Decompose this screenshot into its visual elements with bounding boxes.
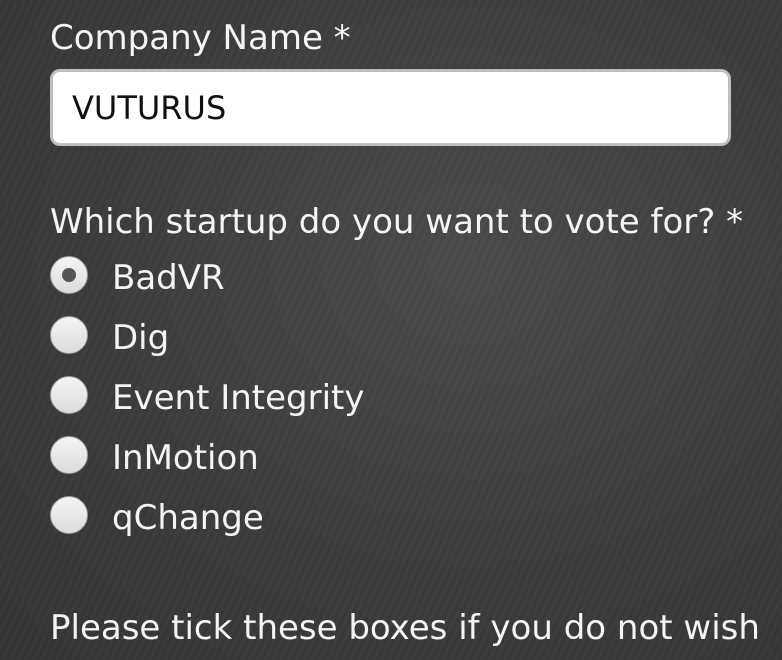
radio-button[interactable] [50, 496, 88, 534]
marketing-consent-label: Please tick these boxes if you do not wi… [50, 608, 760, 648]
radio-label: BadVR [112, 258, 225, 298]
radio-label: qChange [112, 498, 264, 538]
radio-button[interactable] [50, 376, 88, 414]
radio-label: Dig [112, 318, 170, 358]
vote-question-label: Which startup do you want to vote for? * [50, 202, 744, 242]
company-name-input[interactable] [50, 69, 731, 146]
radio-option-dig[interactable]: Dig [50, 316, 650, 360]
radio-option-badvr[interactable]: BadVR [50, 256, 650, 300]
radio-button[interactable] [50, 316, 88, 354]
radio-option-inmotion[interactable]: InMotion [50, 436, 650, 480]
radio-button[interactable] [50, 436, 88, 474]
radio-option-qchange[interactable]: qChange [50, 496, 650, 540]
radio-option-event-integrity[interactable]: Event Integrity [50, 376, 650, 420]
radio-label: InMotion [112, 438, 259, 478]
radio-button-checked[interactable] [50, 256, 88, 294]
radio-label: Event Integrity [112, 378, 365, 418]
company-name-label: Company Name * [50, 18, 351, 58]
